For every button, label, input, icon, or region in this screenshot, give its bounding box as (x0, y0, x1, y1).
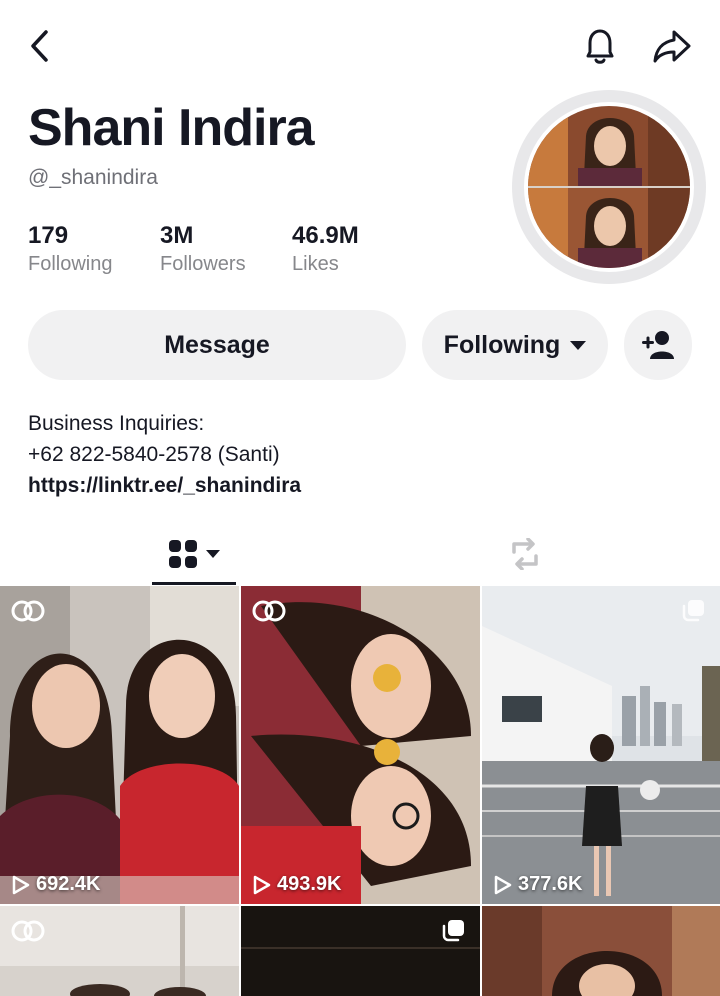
likes-count: 46.9M (292, 222, 359, 249)
add-person-icon (642, 331, 674, 359)
notification-button[interactable] (578, 24, 622, 68)
caret-down-icon (206, 550, 220, 558)
bio-link[interactable]: https://linktr.ee/_shanindira (28, 470, 301, 501)
video-thumbnail[interactable]: 493.9K (241, 586, 480, 904)
bio-line-2: +62 822-5840-2578 (Santi) (28, 443, 280, 466)
view-count-text: 692.4K (36, 873, 101, 895)
stat-likes[interactable]: 46.9M Likes (292, 222, 359, 278)
avatar (524, 102, 694, 272)
video-thumbnail[interactable] (482, 906, 720, 996)
following-label: Following (28, 253, 113, 275)
video-thumbnail[interactable]: 377.6K (482, 586, 720, 904)
tab-underline (152, 582, 236, 585)
view-count: 493.9K (253, 873, 342, 896)
add-friend-button[interactable] (624, 310, 692, 380)
video-thumbnail[interactable] (0, 906, 239, 996)
message-button[interactable]: Message (28, 310, 406, 380)
collab-icon (11, 600, 45, 622)
message-label: Message (164, 330, 270, 359)
grid-icon (169, 540, 197, 568)
avatar-ring[interactable] (512, 90, 706, 284)
video-thumbnail[interactable]: 692.4K (0, 586, 239, 904)
bio-line-1: Business Inquiries: (28, 412, 205, 435)
view-count-text: 377.6K (518, 873, 583, 895)
view-count: 377.6K (494, 873, 583, 896)
multi-photo-icon (682, 600, 704, 622)
followers-count: 3M (160, 222, 194, 249)
view-count-text: 493.9K (277, 873, 342, 895)
multi-photo-icon (442, 920, 464, 942)
share-button[interactable] (650, 24, 694, 68)
play-icon (253, 875, 271, 894)
tab-videos[interactable] (152, 522, 236, 586)
stat-following[interactable]: 179 Following (28, 222, 112, 278)
tab-reposts[interactable] (490, 522, 560, 586)
view-count: 692.4K (12, 873, 101, 896)
caret-down-icon (570, 340, 587, 350)
video-thumbnail[interactable] (241, 906, 480, 996)
collab-icon (252, 600, 286, 622)
profile-handle: @_shanindira (28, 166, 158, 189)
following-button[interactable]: Following (422, 310, 608, 380)
likes-label: Likes (292, 253, 339, 275)
chevron-left-icon (31, 30, 48, 62)
bio: Business Inquiries: +62 822-5840-2578 (S… (28, 408, 301, 501)
repost-icon (512, 538, 538, 570)
play-icon (12, 875, 30, 894)
stat-followers[interactable]: 3M Followers (160, 222, 246, 278)
share-arrow-icon (653, 30, 691, 63)
profile-name: Shani Indira (28, 99, 315, 157)
back-button[interactable] (20, 26, 60, 66)
bell-icon (586, 29, 614, 64)
play-icon (494, 875, 512, 894)
following-count: 179 (28, 222, 69, 249)
collab-icon (11, 920, 45, 942)
top-bar (0, 0, 720, 92)
followers-label: Followers (160, 253, 246, 275)
profile-tabs (0, 522, 720, 586)
following-button-label: Following (443, 330, 561, 359)
